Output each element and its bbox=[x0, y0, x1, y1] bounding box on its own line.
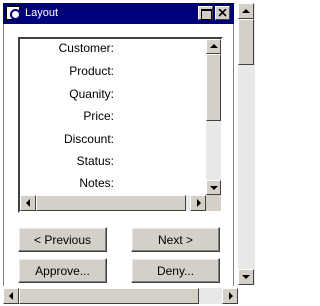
page-hscroll-thumb[interactable] bbox=[19, 288, 199, 304]
page-scroll-down-button[interactable] bbox=[238, 269, 254, 285]
window-title: Layout bbox=[25, 7, 59, 19]
customer-label: Customer: bbox=[58, 41, 114, 55]
close-icon[interactable] bbox=[215, 6, 230, 20]
fields-scroll-right-button[interactable] bbox=[190, 195, 206, 211]
page-horizontal-scrollbar[interactable] bbox=[3, 288, 238, 304]
page-scroll-thumb[interactable] bbox=[238, 19, 254, 65]
title-bar[interactable]: Layout bbox=[3, 3, 234, 24]
arrow-down-icon bbox=[242, 275, 250, 279]
arrow-left-icon bbox=[26, 199, 30, 207]
page-vertical-scrollbar[interactable] bbox=[238, 3, 255, 285]
fields-horizontal-scrollbar[interactable] bbox=[20, 195, 206, 211]
arrow-up-icon bbox=[242, 9, 250, 13]
discount-label: Discount: bbox=[63, 132, 114, 146]
product-label: Product: bbox=[69, 64, 114, 78]
quantity-label: Quanity: bbox=[69, 87, 114, 101]
scroll-corner bbox=[206, 195, 221, 211]
price-label: Price: bbox=[83, 109, 114, 123]
notes-label: Notes: bbox=[79, 176, 114, 190]
arrow-up-icon bbox=[210, 44, 218, 48]
arrow-right-icon bbox=[197, 199, 201, 207]
arrow-right-icon bbox=[229, 292, 233, 300]
fields-hscroll-thumb[interactable] bbox=[36, 195, 186, 211]
deny-button[interactable]: Deny... bbox=[131, 258, 220, 283]
fields-vertical-scrollbar[interactable] bbox=[206, 39, 221, 195]
page-scroll-up-button[interactable] bbox=[238, 3, 254, 19]
status-label: Status: bbox=[76, 154, 114, 168]
app-icon[interactable] bbox=[6, 6, 21, 20]
layout-window: Layout Customer: Product: Quanity: Price… bbox=[0, 0, 257, 306]
page-scroll-left-button[interactable] bbox=[3, 288, 19, 304]
fields-scroll-left-button[interactable] bbox=[20, 195, 36, 211]
approve-button[interactable]: Approve... bbox=[18, 258, 107, 283]
arrow-left-icon bbox=[9, 292, 13, 300]
record-fields-list: Customer: Product: Quanity: Price: Disco… bbox=[20, 39, 206, 195]
previous-button[interactable]: < Previous bbox=[18, 227, 107, 252]
arrow-down-icon bbox=[210, 186, 218, 190]
page-scroll-right-button[interactable] bbox=[222, 288, 238, 304]
maximize-icon[interactable] bbox=[198, 6, 213, 20]
fields-scroll-up-button[interactable] bbox=[206, 39, 221, 54]
fields-scroll-thumb[interactable] bbox=[206, 54, 221, 121]
fields-scroll-down-button[interactable] bbox=[206, 180, 221, 195]
next-button[interactable]: Next > bbox=[131, 227, 220, 252]
record-fields-box[interactable]: Customer: Product: Quanity: Price: Disco… bbox=[18, 37, 223, 213]
